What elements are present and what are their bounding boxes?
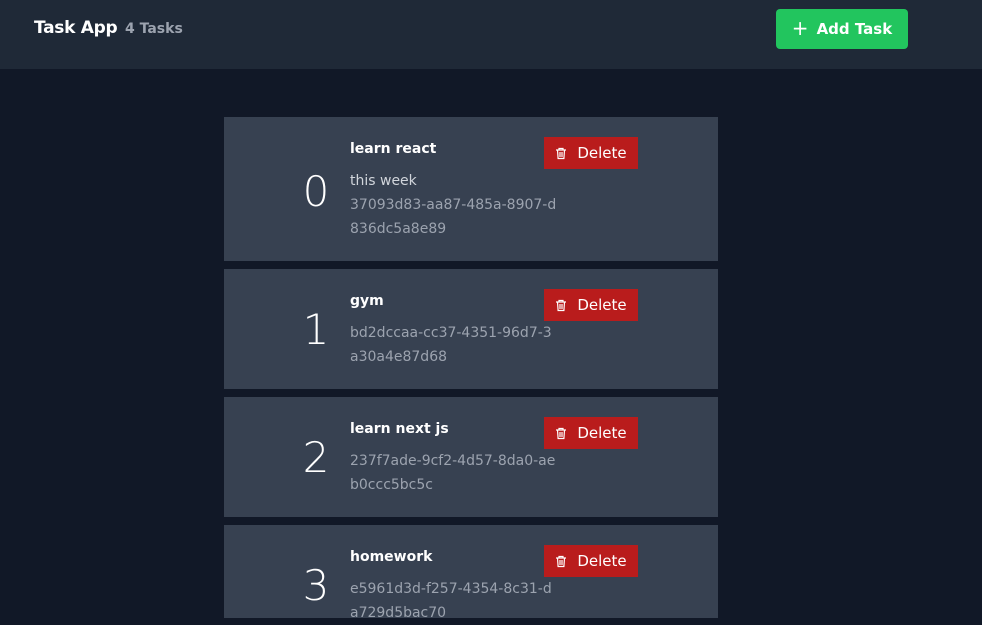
- delete-label: Delete: [577, 424, 627, 442]
- navbar: Task App 4 Tasks + Add Task: [0, 0, 982, 69]
- task-index: 3: [302, 561, 330, 610]
- app-title: Task App: [34, 18, 118, 38]
- trash-icon: [556, 299, 567, 311]
- task-index: 0: [302, 167, 330, 216]
- delete-label: Delete: [577, 296, 627, 314]
- delete-button[interactable]: Delete: [544, 289, 638, 321]
- task-title: learn react: [350, 141, 437, 157]
- task-card: 2 learn next js 237f7ade-9cf2-4d57-8da0-…: [224, 397, 718, 517]
- task-count: 4 Tasks: [125, 21, 183, 37]
- task-title: gym: [350, 293, 384, 309]
- task-id: bd2dccaa-cc37-4351-96d7-3a30a4e87d68: [350, 325, 552, 365]
- trash-icon: [556, 427, 567, 439]
- delete-button[interactable]: Delete: [544, 137, 638, 169]
- task-title: homework: [350, 549, 433, 565]
- task-index: 1: [302, 305, 330, 354]
- delete-label: Delete: [577, 144, 627, 162]
- delete-button[interactable]: Delete: [544, 545, 638, 577]
- task-id: 237f7ade-9cf2-4d57-8da0-aeb0ccc5bc5c: [350, 453, 556, 493]
- task-title: learn next js: [350, 421, 449, 437]
- trash-icon: [556, 555, 567, 567]
- plus-icon: +: [791, 16, 809, 40]
- trash-icon: [556, 147, 567, 159]
- delete-button[interactable]: Delete: [544, 417, 638, 449]
- task-card: 0 learn react this week 37093d83-aa87-48…: [224, 117, 718, 261]
- task-description: this week: [350, 173, 417, 189]
- add-task-label: Add Task: [816, 20, 893, 38]
- task-id: 37093d83-aa87-485a-8907-d836dc5a8e89: [350, 197, 557, 237]
- delete-label: Delete: [577, 552, 627, 570]
- task-card: 1 gym bd2dccaa-cc37-4351-96d7-3a30a4e87d…: [224, 269, 718, 389]
- task-index: 2: [302, 433, 330, 482]
- add-task-button[interactable]: + Add Task: [776, 9, 908, 49]
- task-card: 3 homework e5961d3d-f257-4354-8c31-da729…: [224, 525, 718, 621]
